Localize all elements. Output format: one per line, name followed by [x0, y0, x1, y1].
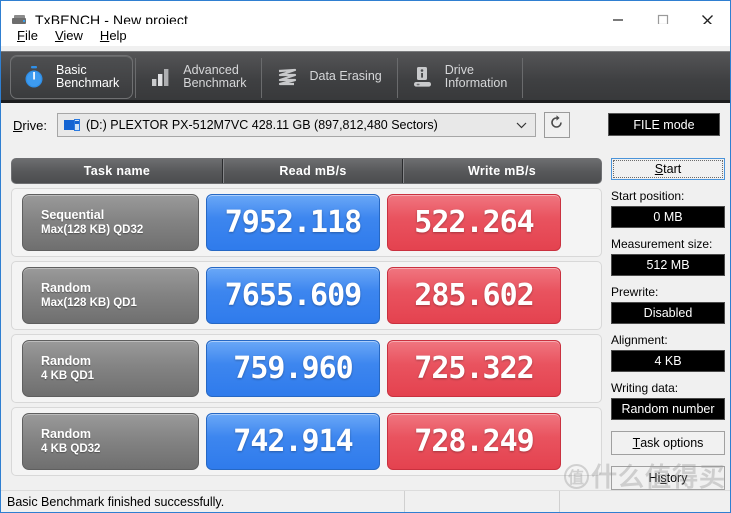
task-chip[interactable]: Sequential Max(128 KB) QD32 — [22, 194, 199, 251]
write-value: 728.249 — [387, 413, 561, 470]
task-chip[interactable]: Random 4 KB QD1 — [22, 340, 199, 397]
settings-sidebar: Start Start position: 0 MB Measurement s… — [611, 158, 725, 490]
task-title: Random — [41, 353, 91, 368]
status-segment-3 — [560, 491, 730, 513]
column-header-read: Read mB/s — [223, 159, 403, 183]
disk-icon — [63, 118, 80, 132]
table-row: Random 4 KB QD32 742.914 728.249 — [11, 407, 602, 476]
task-subtitle: Max(128 KB) QD1 — [41, 296, 137, 309]
shred-icon — [274, 64, 300, 90]
tab-separator-1 — [135, 57, 137, 98]
task-options-button[interactable]: Task options — [611, 431, 725, 455]
start-position-value[interactable]: 0 MB — [611, 206, 725, 228]
prewrite-label: Prewrite: — [611, 285, 659, 299]
task-chip[interactable]: Random 4 KB QD32 — [22, 413, 199, 470]
status-bar: Basic Benchmark finished successfully. — [1, 490, 730, 512]
chevron-down-icon — [516, 118, 527, 132]
table-row: Random 4 KB QD1 759.960 725.322 — [11, 334, 602, 403]
write-value: 522.264 — [387, 194, 561, 251]
task-title: Random — [41, 280, 91, 295]
menu-item-file[interactable]: FFileile — [9, 26, 47, 45]
tab-label-advanced-benchmark: Advanced Benchmark — [183, 62, 247, 90]
tab-basic-benchmark[interactable]: Basic Benchmark — [10, 55, 134, 99]
write-value: 725.322 — [387, 340, 561, 397]
menu-bar: FFileile View Help — [1, 24, 730, 46]
tab-label-drive-information: Drive Information — [444, 62, 508, 90]
tab-separator-4 — [522, 57, 524, 98]
column-header-task-name: Task name — [12, 159, 223, 183]
history-button[interactable]: Hi s tory — [611, 466, 725, 490]
tab-data-erasing[interactable]: Data Erasing — [264, 55, 394, 99]
table-row: Random Max(128 KB) QD1 7655.609 285.602 — [11, 261, 602, 330]
task-subtitle: Max(128 KB) QD32 — [41, 223, 144, 236]
measurement-size-label: Measurement size: — [611, 237, 713, 251]
tab-label-basic-benchmark: Basic Benchmark — [56, 62, 120, 90]
alignment-label: Alignment: — [611, 333, 668, 347]
read-value: 7655.609 — [206, 267, 380, 324]
task-title: Sequential — [41, 207, 105, 222]
measurement-size-value[interactable]: 512 MB — [611, 254, 725, 276]
task-subtitle: 4 KB QD1 — [41, 369, 95, 382]
drive-info-icon — [410, 64, 436, 90]
start-button[interactable]: Start — [611, 158, 725, 180]
tab-separator-3 — [396, 57, 398, 98]
status-segment-2 — [405, 490, 560, 512]
file-mode-button[interactable]: FILE mode — [608, 113, 720, 136]
menu-item-view[interactable]: View — [47, 26, 92, 45]
stopwatch-icon — [21, 64, 47, 90]
results-header: Task name Read mB/s Write mB/s — [11, 158, 602, 184]
bar-chart-icon — [148, 64, 174, 90]
writing-data-value[interactable]: Random number — [611, 398, 725, 420]
drive-select[interactable]: (D:) PLEXTOR PX-512M7VC 428.11 GB (897,8… — [56, 113, 536, 137]
tab-label-data-erasing: Data Erasing — [309, 69, 382, 84]
task-subtitle: 4 KB QD32 — [41, 442, 101, 455]
refresh-drives-button[interactable] — [543, 112, 570, 138]
task-title: Random — [41, 426, 91, 441]
status-message: Basic Benchmark finished successfully. — [1, 490, 405, 512]
tab-separator-2 — [261, 57, 263, 98]
start-position-label: Start position: — [611, 189, 685, 203]
column-header-write: Write mB/s — [403, 159, 600, 183]
writing-data-label: Writing data: — [611, 381, 679, 395]
txbench-window: TxBENCH - New project FFileile View Help — [0, 0, 731, 513]
task-chip[interactable]: Random Max(128 KB) QD1 — [22, 267, 199, 324]
refresh-icon — [548, 114, 565, 136]
read-value: 759.960 — [206, 340, 380, 397]
drive-selection-row: Drive: (D:) PLEXTOR PX-512M7VC 428.11 GB… — [1, 103, 730, 147]
read-value: 742.914 — [206, 413, 380, 470]
write-value: 285.602 — [387, 267, 561, 324]
tab-drive-information[interactable]: Drive Information — [400, 55, 521, 99]
drive-label: Drive: — [13, 117, 47, 133]
alignment-value[interactable]: 4 KB — [611, 350, 725, 372]
table-row: Sequential Max(128 KB) QD32 7952.118 522… — [11, 188, 602, 257]
results-panel: Task name Read mB/s Write mB/s Sequentia… — [11, 158, 602, 483]
menu-item-help[interactable]: Help — [92, 26, 136, 45]
tab-advanced-benchmark[interactable]: Advanced Benchmark — [138, 55, 259, 99]
tab-strip: Basic Benchmark Advanced Benchmark Data … — [1, 51, 730, 103]
read-value: 7952.118 — [206, 194, 380, 251]
prewrite-value[interactable]: Disabled — [611, 302, 725, 324]
drive-select-value: (D:) PLEXTOR PX-512M7VC 428.11 GB (897,8… — [85, 118, 438, 132]
